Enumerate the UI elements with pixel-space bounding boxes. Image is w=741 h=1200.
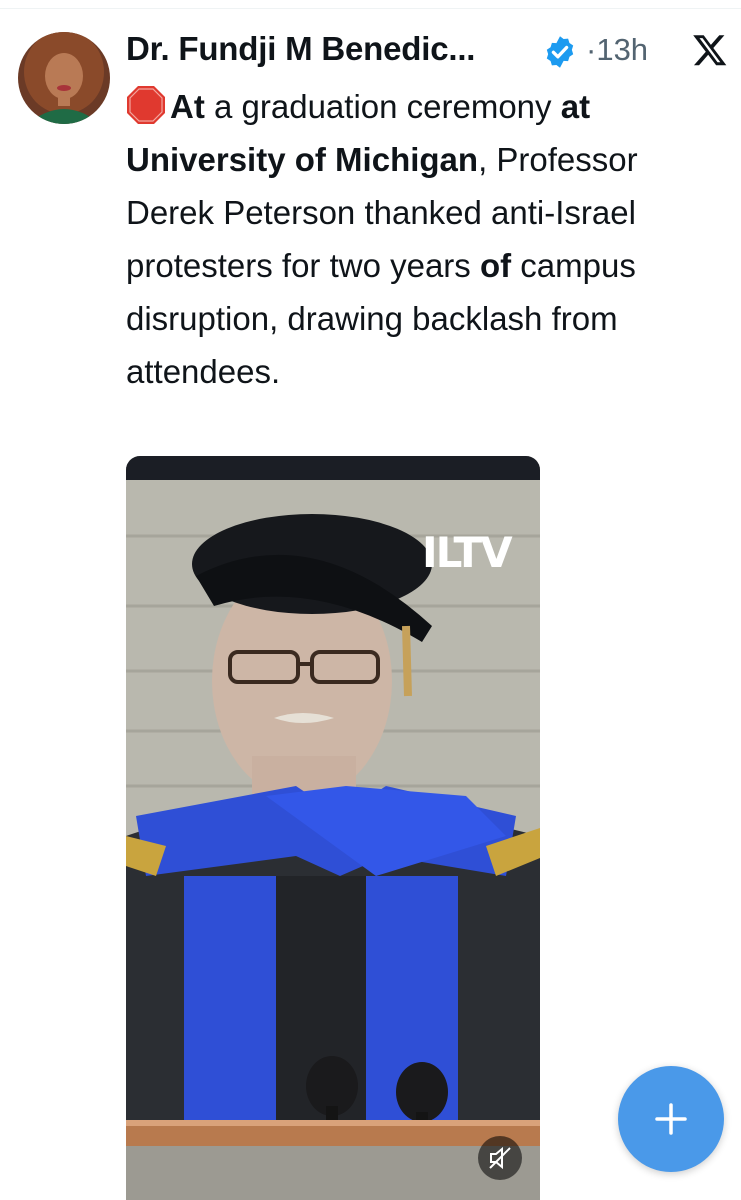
tweet-header: Dr. Fundji M Benedic... ·13h — [126, 26, 728, 78]
stop-sign-icon — [127, 86, 165, 124]
top-divider — [0, 0, 741, 9]
tweet-text: At a graduation ceremony at University o… — [126, 80, 726, 398]
author-avatar[interactable] — [18, 32, 110, 124]
avatar-image — [18, 32, 110, 124]
iltv-watermark: ILTV — [422, 528, 513, 577]
speaker-muted-icon — [489, 1146, 511, 1170]
author-name[interactable]: Dr. Fundji M Benedic... — [126, 30, 475, 68]
x-logo-icon[interactable] — [692, 32, 728, 68]
mute-button[interactable] — [478, 1136, 522, 1180]
compose-button[interactable] — [618, 1066, 724, 1172]
plus-icon — [655, 1103, 687, 1135]
tweet-text-segment: of — [479, 247, 512, 284]
verified-badge-icon — [546, 36, 574, 68]
tweet-timestamp[interactable]: ·13h — [586, 32, 648, 68]
tweet-text-segment: a graduation ceremony — [204, 88, 561, 125]
tweet-text-segment: At — [170, 88, 205, 125]
video-player[interactable]: ILTV — [126, 456, 540, 1200]
